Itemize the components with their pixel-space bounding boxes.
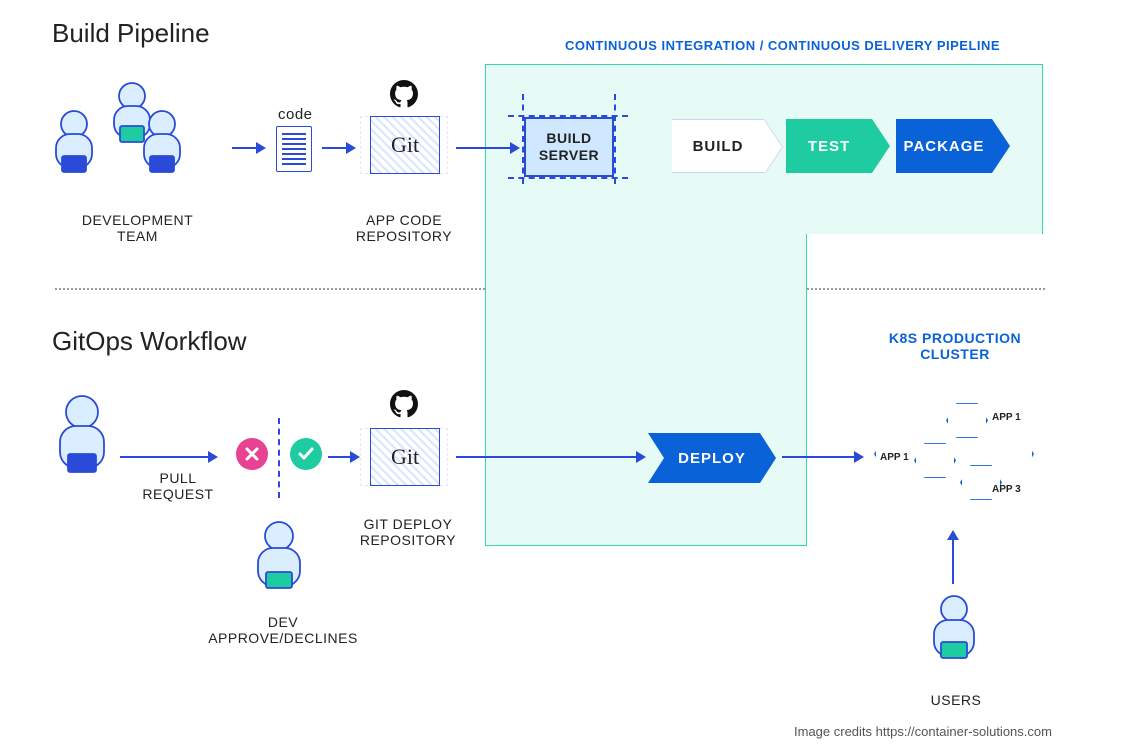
github-icon-2: [390, 390, 418, 418]
deploy-repo-label: GIT DEPLOY REPOSITORY: [352, 516, 464, 548]
k8s-pod-1: [946, 402, 988, 439]
image-credits: Image credits https://container-solution…: [794, 724, 1052, 739]
cicd-seam-cover: [486, 232, 806, 236]
dev-team-icon: [52, 82, 212, 182]
git-label-1: Git: [391, 132, 419, 158]
git-repo-deploy: Git: [370, 428, 440, 486]
github-icon: [390, 80, 418, 108]
k8s-app2-label: APP 1: [880, 452, 909, 463]
stage-test: TEST: [786, 119, 872, 173]
k8s-pod-2: [914, 442, 956, 479]
arrow-code-git: [322, 147, 346, 149]
arrow-git-buildserver: [456, 147, 510, 149]
dev-approve-label: DEV APPROVE/DECLINES: [208, 614, 358, 646]
arrow-approve-git: [328, 456, 350, 458]
git-label-2: Git: [391, 444, 419, 470]
k8s-hexagon: APP 1 APP 1 APP 3: [874, 384, 1034, 524]
decline-icon: [236, 438, 268, 470]
bs-guide-h2: [508, 177, 628, 179]
gitops-person-icon: [52, 394, 112, 490]
arrow-person-pr: [120, 456, 208, 458]
cicd-pipeline-label: CONTINUOUS INTEGRATION / CONTINUOUS DELI…: [565, 38, 1000, 53]
stage-deploy: DEPLOY: [664, 433, 760, 483]
arrow-deploy-k8s: [782, 456, 854, 458]
users-label: USERS: [916, 692, 996, 708]
dev-team-label: DEVELOPMENT TEAM: [60, 212, 215, 244]
arrowhead-code-git: [346, 142, 356, 154]
section-divider-left: [55, 288, 485, 290]
git-repo-app: Git: [370, 116, 440, 174]
stage-package: PACKAGE: [896, 119, 992, 173]
diagram-canvas: Build Pipeline GitOps Workflow CONTINUOU…: [0, 0, 1146, 754]
title-build-pipeline: Build Pipeline: [52, 18, 210, 49]
arrowhead-users-k8s: [947, 530, 959, 540]
arrowhead-devteam-code: [256, 142, 266, 154]
users-person-icon: [926, 594, 982, 672]
section-divider-right: [807, 288, 1045, 290]
app-repo-label: APP CODE REPOSITORY: [348, 212, 460, 244]
title-gitops-workflow: GitOps Workflow: [52, 326, 247, 357]
k8s-app1-label: APP 1: [992, 412, 1021, 423]
pull-request-label: PULL REQUEST: [140, 470, 216, 502]
approve-decline-divider: [278, 418, 280, 498]
build-server-box: BUILD SERVER: [524, 117, 614, 177]
arrowhead-git-buildserver: [510, 142, 520, 154]
k8s-pod-3: [960, 464, 1002, 501]
arrowhead-person-pr: [208, 451, 218, 463]
bs-guide-v2: [614, 94, 616, 184]
arrowhead-deploy-k8s: [854, 451, 864, 463]
k8s-title: K8S PRODUCTION CLUSTER: [870, 330, 1040, 362]
code-icon: [276, 126, 312, 172]
arrowhead-approve-git: [350, 451, 360, 463]
cicd-pipeline-box-bottom: [485, 234, 807, 546]
arrow-users-k8s-line: [952, 540, 954, 584]
k8s-app3-label: APP 3: [992, 484, 1021, 495]
stage-build: BUILD: [672, 119, 764, 173]
approve-icon: [290, 438, 322, 470]
arrow-git-deploy: [456, 456, 636, 458]
arrowhead-git-deploy: [636, 451, 646, 463]
arrow-devteam-code: [232, 147, 256, 149]
code-label: code: [278, 106, 313, 123]
approver-person-icon: [250, 520, 308, 600]
